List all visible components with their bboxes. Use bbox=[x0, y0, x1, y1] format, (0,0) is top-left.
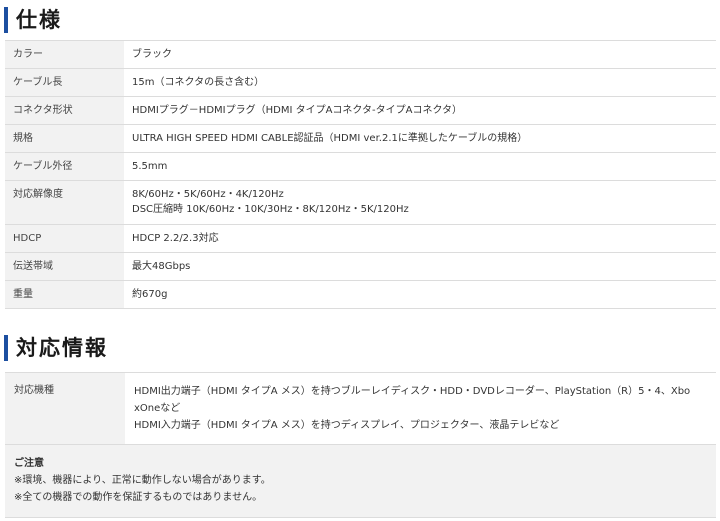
compat-box: 対応機種 HDMI出力端子（HDMI タイプA メス）を持つブルーレイディスク・… bbox=[5, 372, 716, 518]
compat-section-title: 対応情報 bbox=[4, 335, 108, 361]
table-row: 対応解像度 8K/60Hz・5K/60Hz・4K/120Hz DSC圧縮時 10… bbox=[5, 180, 716, 225]
spec-value: 約670g bbox=[124, 280, 716, 309]
caution-box: ご注意 ※環境、機器により、正常に動作しない場合があります。 ※全ての機器での動… bbox=[5, 445, 716, 517]
spec-label: 重量 bbox=[5, 280, 124, 309]
spec-label: 対応解像度 bbox=[5, 180, 124, 225]
caution-line-1: ※環境、機器により、正常に動作しない場合があります。 bbox=[14, 475, 271, 486]
table-row: 規格 ULTRA HIGH SPEED HDMI CABLE認証品（HDMI v… bbox=[5, 124, 716, 153]
spec-value: HDMIプラグ－HDMIプラグ（HDMI タイプAコネクタ-タイプAコネクタ） bbox=[124, 96, 716, 125]
spec-label: 伝送帯域 bbox=[5, 252, 124, 281]
spec-value: 最大48Gbps bbox=[124, 252, 716, 281]
table-row: コネクタ形状 HDMIプラグ－HDMIプラグ（HDMI タイプAコネクタ-タイプ… bbox=[5, 96, 716, 125]
caution-title: ご注意 bbox=[14, 458, 44, 469]
spec-label: 規格 bbox=[5, 124, 124, 153]
spec-label: カラー bbox=[5, 40, 124, 69]
resolution-line-2: DSC圧縮時 10K/60Hz・10K/30Hz・8K/120Hz・5K/120… bbox=[132, 204, 409, 215]
compat-line-3: HDMI入力端子（HDMI タイプA メス）を持つディスプレイ、プロジェクター、… bbox=[134, 420, 560, 431]
compat-value: HDMI出力端子（HDMI タイプA メス）を持つブルーレイディスク・HDD・D… bbox=[125, 373, 716, 444]
spec-table: カラー ブラック ケーブル長 15m（コネクタの長さ含む） コネクタ形状 HDM… bbox=[5, 40, 716, 309]
spec-label: コネクタ形状 bbox=[5, 96, 124, 125]
compat-row: 対応機種 HDMI出力端子（HDMI タイプA メス）を持つブルーレイディスク・… bbox=[5, 373, 716, 445]
caution-line-2: ※全ての機器での動作を保証するものではありません。 bbox=[14, 492, 263, 503]
table-row: ケーブル外径 5.5mm bbox=[5, 152, 716, 181]
table-row: 重量 約670g bbox=[5, 280, 716, 309]
resolution-line-1: 8K/60Hz・5K/60Hz・4K/120Hz bbox=[132, 189, 284, 200]
spec-value: 15m（コネクタの長さ含む） bbox=[124, 68, 716, 97]
spec-value: 5.5mm bbox=[124, 152, 716, 181]
compat-line-2: xOneなど bbox=[134, 403, 181, 414]
spec-label: ケーブル長 bbox=[5, 68, 124, 97]
spec-value: HDCP 2.2/2.3対応 bbox=[124, 224, 716, 253]
spec-label: HDCP bbox=[5, 224, 124, 253]
compat-label: 対応機種 bbox=[5, 373, 125, 444]
table-row: カラー ブラック bbox=[5, 40, 716, 69]
spec-section-title: 仕様 bbox=[4, 7, 62, 33]
table-row: ケーブル長 15m（コネクタの長さ含む） bbox=[5, 68, 716, 97]
table-row: HDCP HDCP 2.2/2.3対応 bbox=[5, 224, 716, 253]
table-row: 伝送帯域 最大48Gbps bbox=[5, 252, 716, 281]
spec-value: 8K/60Hz・5K/60Hz・4K/120Hz DSC圧縮時 10K/60Hz… bbox=[124, 180, 716, 225]
spec-value: ブラック bbox=[124, 40, 716, 69]
spec-label: ケーブル外径 bbox=[5, 152, 124, 181]
compat-line-1: HDMI出力端子（HDMI タイプA メス）を持つブルーレイディスク・HDD・D… bbox=[134, 386, 691, 397]
spec-value: ULTRA HIGH SPEED HDMI CABLE認証品（HDMI ver.… bbox=[124, 124, 716, 153]
